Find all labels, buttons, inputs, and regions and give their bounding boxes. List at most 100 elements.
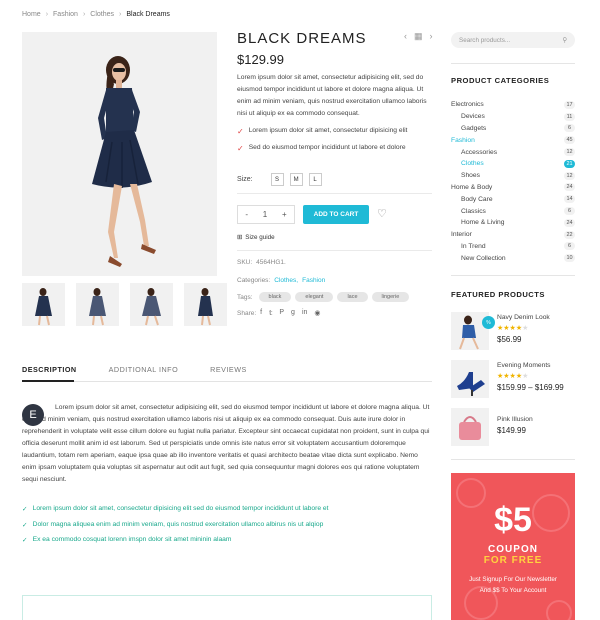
featured-product-3[interactable]: Pink Illusion $149.99 — [451, 408, 575, 446]
category-link-clothes[interactable]: Clothes, — [274, 277, 298, 284]
qty-value[interactable]: 1 — [263, 210, 267, 219]
size-option-s[interactable]: S — [270, 173, 284, 186]
category-home-body[interactable]: Home & Body 24 — [451, 182, 575, 194]
category-count: 24 — [564, 218, 575, 227]
divider — [237, 250, 432, 251]
product-thumbnail[interactable]: % — [451, 312, 495, 350]
category-link-fashion[interactable]: Fashion — [302, 277, 325, 284]
thumbnail-3[interactable] — [130, 283, 173, 326]
product-thumbnail[interactable] — [451, 408, 489, 446]
breadcrumb-fashion[interactable]: Fashion — [53, 11, 78, 18]
product-name[interactable]: Evening Moments — [497, 362, 564, 369]
category-fashion[interactable]: Fashion 45 — [451, 134, 575, 146]
thumbnail-gallery — [22, 283, 227, 326]
linkedin-icon[interactable]: in — [302, 309, 307, 317]
description-text: Lorem ipsum dolor sit amet, consectetur … — [22, 404, 430, 483]
check-icon: ✓ — [22, 537, 28, 544]
category-count: 45 — [564, 136, 575, 145]
coupon-banner[interactable]: $5 COUPON FOR FREE Just Signup For Our N… — [451, 473, 575, 620]
tag-lingerie[interactable]: lingerie — [371, 292, 410, 302]
feature-item: ✓ Lorem ipsum dolor sit amet, consectetur… — [237, 127, 408, 136]
categories-label: Categories: — [237, 277, 271, 284]
chevron-right-icon: › — [119, 11, 122, 18]
size-option-m[interactable]: M — [289, 173, 303, 186]
coupon-description: Just Signup For Our Newsletter And $$ To… — [469, 576, 557, 594]
tab-active-indicator — [22, 380, 74, 382]
category-electronics[interactable]: Electronics 17 — [451, 99, 575, 111]
qty-increase-button[interactable]: + — [282, 210, 287, 219]
dropcap: E — [22, 404, 44, 426]
category-gadgets[interactable]: Gadgets 6 — [451, 123, 575, 135]
category-new-collection[interactable]: New Collection 10 — [451, 252, 575, 264]
ruler-icon: ⊞ — [237, 234, 243, 241]
pinterest-icon[interactable]: P — [279, 309, 284, 317]
featured-product-1[interactable]: % Navy Denim Look ★★★★★ $56.99 — [451, 312, 575, 350]
next-arrow-icon[interactable]: › — [430, 31, 433, 42]
qty-decrease-button[interactable]: - — [245, 210, 248, 219]
product-title: BLACK DREAMS — [237, 30, 367, 47]
sku-value: 4564HG1. — [256, 259, 286, 266]
breadcrumb-home[interactable]: Home — [22, 11, 41, 18]
category-count: 10 — [564, 254, 575, 263]
size-guide-link[interactable]: ⊞ Size guide — [237, 234, 275, 241]
sku-row: SKU: 4564HG1. — [237, 259, 286, 266]
check-icon: ✓ — [237, 144, 244, 153]
tab-additional-info[interactable]: ADDITIONAL INFO — [109, 365, 179, 374]
category-count: 6 — [564, 242, 575, 251]
breadcrumb-clothes[interactable]: Clothes — [90, 11, 114, 18]
search-icon[interactable]: ⚲ — [562, 37, 567, 44]
category-devices[interactable]: Devices 11 — [451, 111, 575, 123]
category-accessories[interactable]: Accessories 12 — [451, 146, 575, 158]
star-rating: ★★★★★ — [497, 373, 529, 380]
coupon-title: COUPON — [488, 544, 538, 555]
prev-arrow-icon[interactable]: ‹ — [404, 31, 407, 42]
tag-lace[interactable]: lace — [337, 292, 368, 302]
search-field[interactable]: Search products... ⚲ — [451, 32, 575, 48]
category-count: 14 — [564, 195, 575, 204]
product-price: $159.99 – $169.99 — [497, 383, 564, 392]
product-price: $56.99 — [497, 335, 522, 344]
category-classics[interactable]: Classics 6 — [451, 205, 575, 217]
size-option-l[interactable]: L — [308, 173, 322, 186]
product-navigation: ‹ ▦ › — [404, 31, 433, 42]
chevron-right-icon: › — [45, 11, 49, 18]
sale-badge: % — [482, 316, 495, 329]
feature-item: ✓ Sed do eiusmod tempor incididunt ut lab… — [237, 144, 406, 153]
category-interior[interactable]: Interior 22 — [451, 229, 575, 241]
tag-black[interactable]: black — [258, 292, 292, 302]
search-input[interactable]: Search products... — [459, 37, 510, 44]
grid-icon[interactable]: ▦ — [414, 31, 423, 42]
tab-reviews[interactable]: REVIEWS — [210, 365, 247, 374]
breadcrumb: Home › Fashion › Clothes › Black Dreams — [22, 11, 170, 18]
featured-product-2[interactable]: Evening Moments ★★★★★ $159.99 – $169.99 — [451, 360, 575, 398]
category-in-trend[interactable]: In Trend 6 — [451, 241, 575, 253]
product-name[interactable]: Pink Illusion — [497, 416, 533, 423]
thumbnail-1[interactable] — [22, 283, 65, 326]
reddit-icon[interactable]: ◉ — [314, 309, 320, 317]
product-tabs: DESCRIPTION ADDITIONAL INFO REVIEWS — [22, 365, 247, 374]
star-rating: ★★★★★ — [497, 325, 529, 332]
add-to-cart-button[interactable]: ADD TO CART — [303, 205, 369, 224]
google-plus-icon[interactable]: g — [291, 309, 295, 317]
tag-elegant[interactable]: elegant — [295, 292, 334, 302]
product-short-description: Lorem ipsum dolor sit amet, consectetur … — [237, 74, 427, 117]
quantity-stepper: - 1 + — [237, 205, 295, 224]
product-main-image[interactable] — [22, 32, 217, 276]
category-count: 11 — [564, 112, 575, 121]
category-shoes[interactable]: Shoes 12 — [451, 170, 575, 182]
product-thumbnail[interactable] — [451, 360, 489, 398]
thumbnail-4[interactable] — [184, 283, 227, 326]
description-checklist: ✓ Lorem ipsum dolor sit amet, consectetur… — [22, 505, 329, 552]
product-name[interactable]: Navy Denim Look — [497, 314, 550, 321]
category-clothes[interactable]: Clothes 21 — [451, 158, 575, 170]
category-home-living[interactable]: Home & Living 24 — [451, 217, 575, 229]
wishlist-heart-icon[interactable]: ♡ — [377, 207, 387, 220]
product-features: ✓ Lorem ipsum dolor sit amet, consectetur… — [237, 127, 437, 161]
categories-title: PRODUCT CATEGORIES — [451, 76, 550, 85]
facebook-icon[interactable]: f — [260, 309, 262, 317]
twitter-icon[interactable]: 𝕥 — [269, 309, 272, 317]
tab-description[interactable]: DESCRIPTION — [22, 365, 77, 374]
thumbnail-2[interactable] — [76, 283, 119, 326]
divider — [451, 275, 575, 276]
category-body-care[interactable]: Body Care 14 — [451, 193, 575, 205]
